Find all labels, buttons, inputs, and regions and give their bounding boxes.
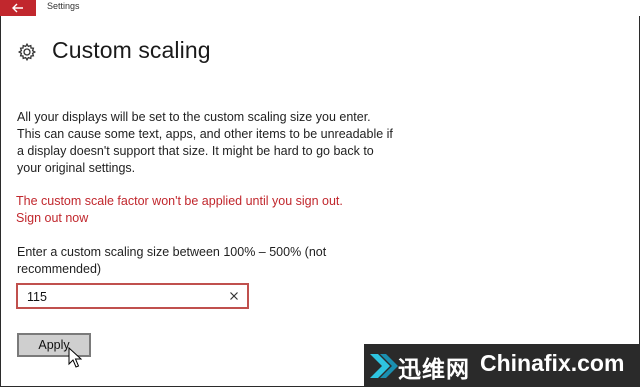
page-title: Custom scaling	[52, 37, 211, 63]
back-button[interactable]	[0, 0, 36, 16]
watermark-cn: 迅维网	[398, 357, 470, 383]
title-bar: Settings	[0, 0, 640, 16]
warning-text: The custom scale factor won't be applied…	[16, 194, 343, 208]
description-text: All your displays will be set to the cus…	[17, 110, 393, 175]
gear-icon	[17, 42, 37, 62]
app-title: Settings	[47, 1, 80, 11]
back-arrow-icon	[12, 3, 23, 13]
watermark: 迅维网 Chinafix.com	[364, 344, 640, 387]
scaling-prompt: Enter a custom scaling size between 100%…	[17, 245, 327, 276]
scaling-input-value[interactable]: 115	[27, 290, 47, 304]
watermark-en: Chinafix.com	[480, 350, 625, 376]
sign-out-link[interactable]: Sign out now	[16, 211, 88, 225]
chinafix-logo-icon	[370, 354, 398, 378]
mouse-pointer-icon	[68, 347, 82, 368]
custom-scaling-input[interactable]: 115	[16, 283, 249, 309]
clear-icon[interactable]	[227, 289, 241, 303]
